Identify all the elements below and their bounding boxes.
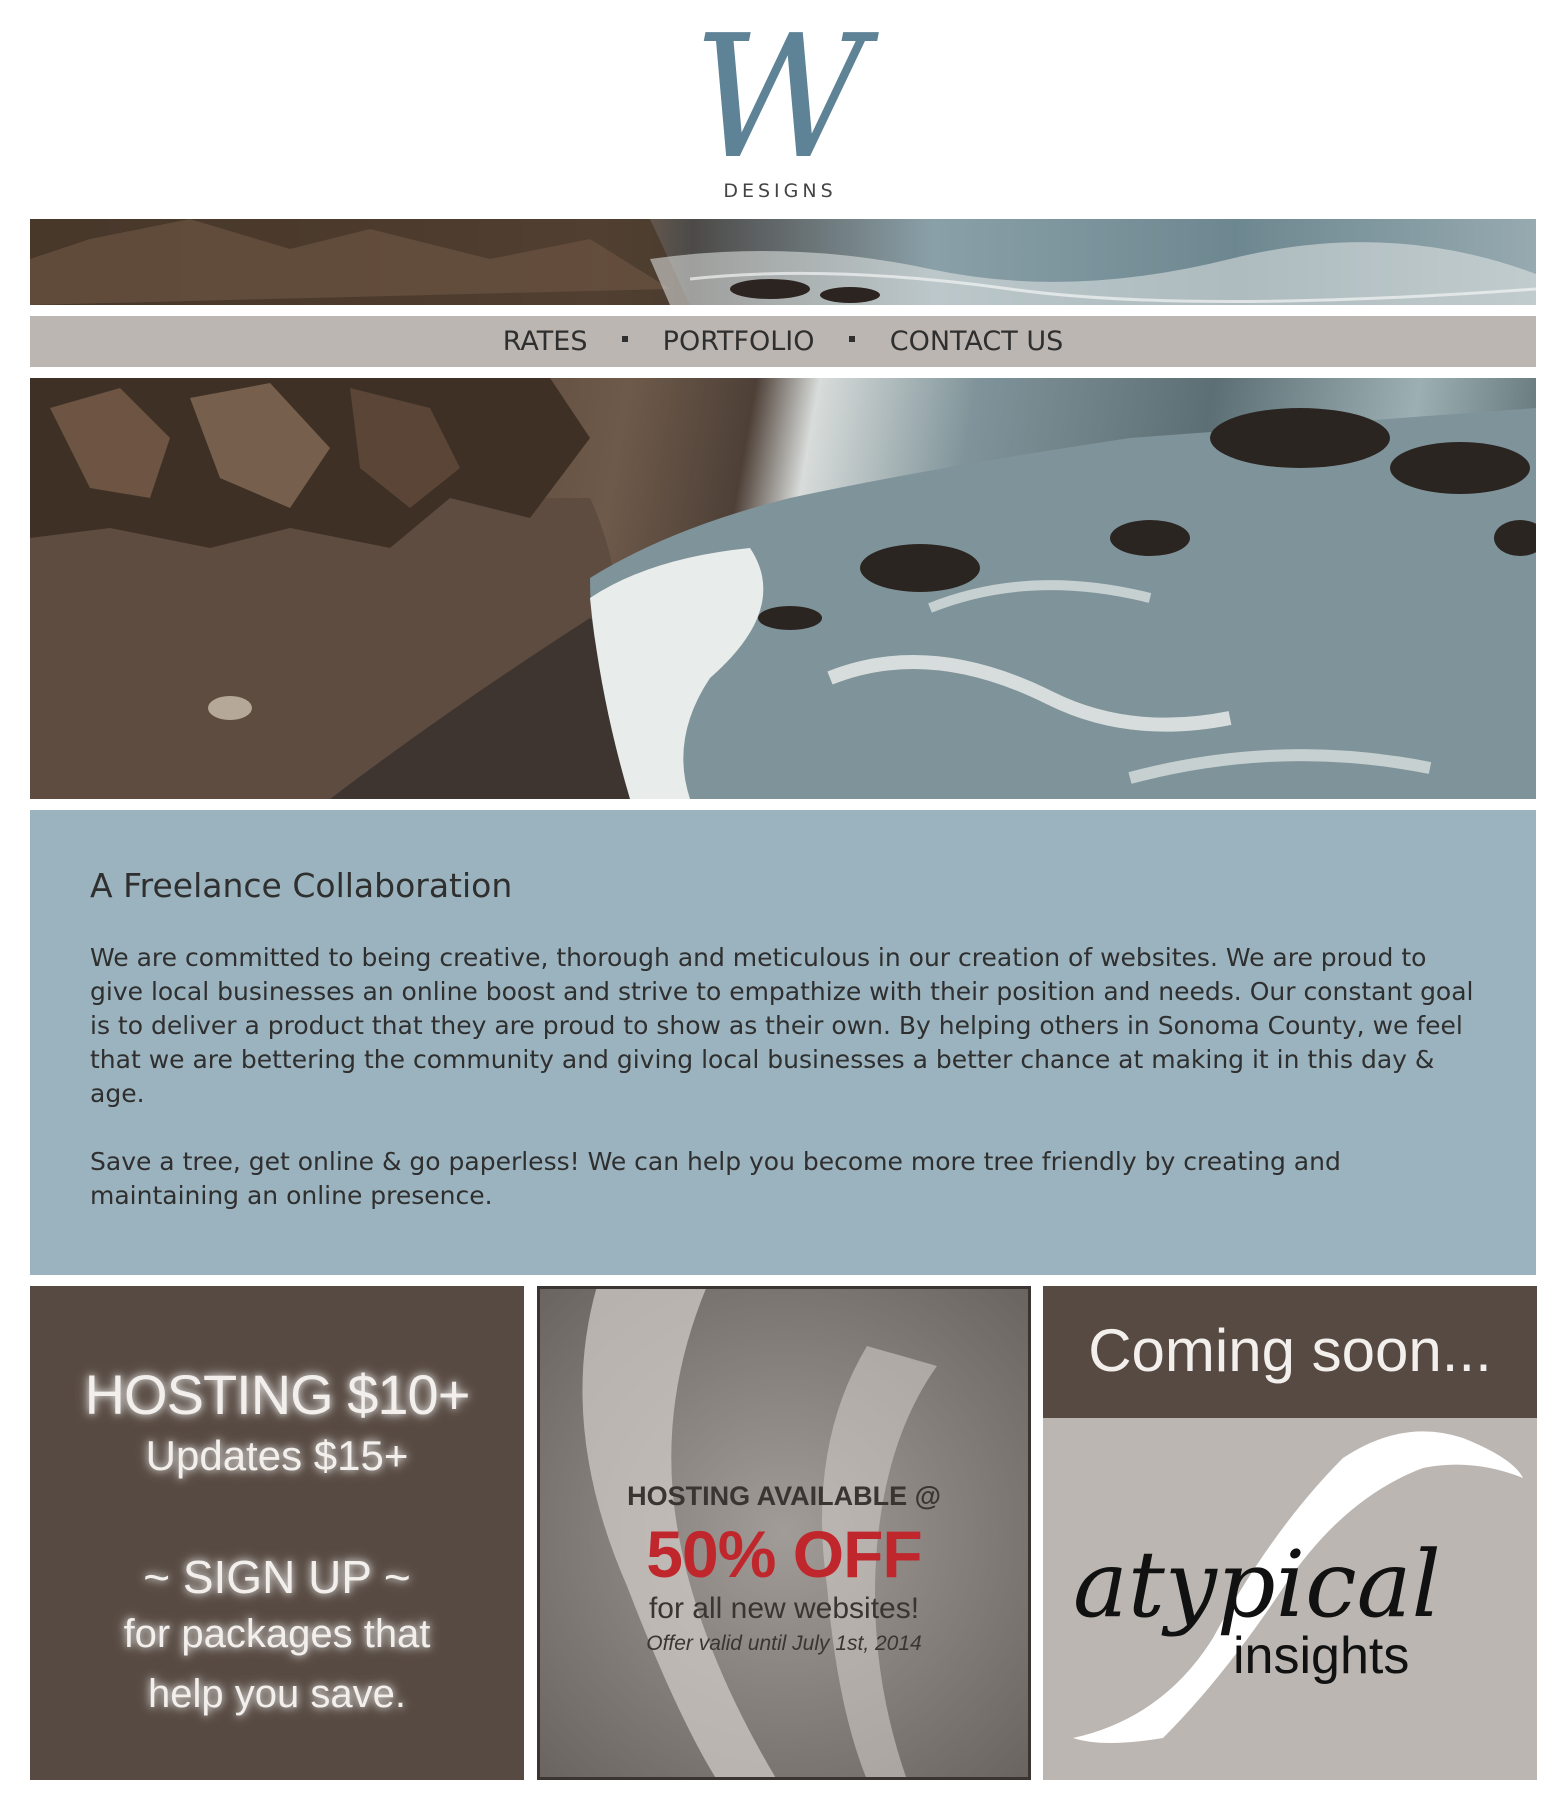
banner-scenery <box>30 219 1536 305</box>
intro-section: A Freelance Collaboration We are committ… <box>30 810 1536 1275</box>
hosting-signup-panel[interactable]: HOSTING $10+ Updates $15+ ~ SIGN UP ~ fo… <box>30 1286 524 1780</box>
new-websites-text: for all new websites! <box>648 1592 920 1625</box>
section-heading: A Freelance Collaboration <box>90 866 513 905</box>
updates-price-text: Updates $15+ <box>145 1432 409 1479</box>
nav-portfolio-link[interactable]: PORTFOLIO <box>647 316 831 367</box>
logo-text: DESIGNS <box>723 180 837 202</box>
nav-separator-dot <box>622 335 629 342</box>
hosting-available-text: HOSTING AVAILABLE @ <box>627 1481 941 1511</box>
packages-text: for packages that <box>123 1612 431 1656</box>
atypical-script-text: atypical <box>1073 1531 1441 1638</box>
hosting-promo-panel[interactable]: HOSTING AVAILABLE @ 50% OFF for all new … <box>537 1286 1031 1780</box>
nav-contact-link[interactable]: CONTACT US <box>874 316 1080 367</box>
coming-soon-title: Coming soon... <box>1088 1317 1492 1384</box>
hosting-price-text: HOSTING $10+ <box>84 1363 471 1426</box>
coming-soon-panel[interactable]: Coming soon... atypical insights <box>1043 1286 1537 1780</box>
nav-separator-dot <box>849 335 856 342</box>
hero-beach-image <box>30 378 1536 799</box>
save-text: help you save. <box>148 1672 406 1716</box>
header-banner-image <box>30 219 1536 305</box>
discount-text: 50% OFF <box>646 1517 922 1591</box>
intro-paragraph: We are committed to being creative, thor… <box>90 943 1474 1108</box>
main-nav: RATES PORTFOLIO CONTACT US <box>30 316 1536 367</box>
nav-rates-link[interactable]: RATES <box>487 316 604 367</box>
insights-text: insights <box>1233 1627 1410 1685</box>
offer-valid-text: Offer valid until July 1st, 2014 <box>646 1632 922 1655</box>
logo-w-letter: W <box>692 0 868 197</box>
site-logo[interactable]: W DESIGNS <box>680 8 880 208</box>
hero-scenery <box>30 378 1536 799</box>
sign-up-text: ~ SIGN UP ~ <box>143 1551 411 1603</box>
paperless-paragraph: Save a tree, get online & go paperless! … <box>90 1147 1341 1210</box>
